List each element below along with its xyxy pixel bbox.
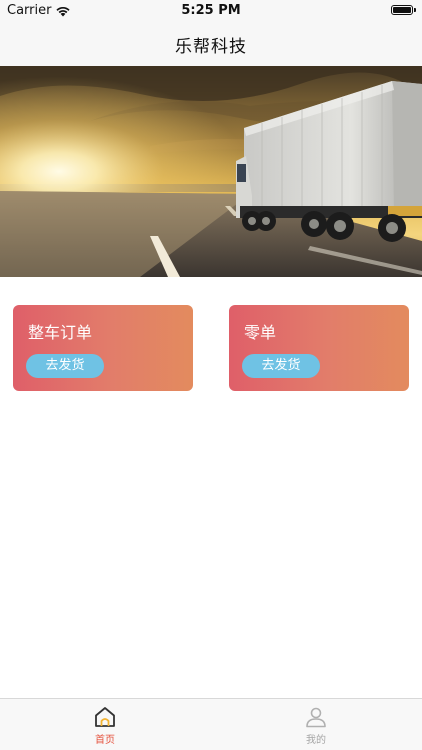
card-title: 整车订单 (28, 323, 93, 342)
ship-button[interactable]: 去发货 (242, 354, 320, 378)
navigation-bar: 乐帮科技 (0, 22, 422, 66)
tab-home[interactable]: 首页 (55, 699, 155, 749)
tab-mine-label: 我的 (306, 735, 326, 746)
page-title: 乐帮科技 (175, 36, 247, 57)
app-screen: Carrier 5:25 PM 乐帮科技 整车订单 去发货 零单 去发货 首页 … (0, 0, 422, 750)
less-than-truckload-card[interactable]: 零单 去发货 (229, 305, 409, 391)
status-bar: Carrier 5:25 PM (0, 0, 422, 22)
card-title: 零单 (244, 323, 277, 342)
full-truck-order-card[interactable]: 整车订单 去发货 (13, 305, 193, 391)
user-icon (306, 707, 326, 728)
ship-button[interactable]: 去发货 (26, 354, 104, 378)
tab-home-label: 首页 (95, 735, 115, 746)
home-icon (95, 707, 115, 727)
tab-bar: 首页 我的 (0, 698, 422, 750)
battery-level (393, 7, 411, 13)
banner-carousel[interactable] (0, 66, 422, 277)
banner-image (0, 66, 422, 277)
tab-mine[interactable]: 我的 (266, 699, 366, 749)
status-time: 5:25 PM (181, 3, 241, 18)
battery-icon (391, 5, 416, 15)
